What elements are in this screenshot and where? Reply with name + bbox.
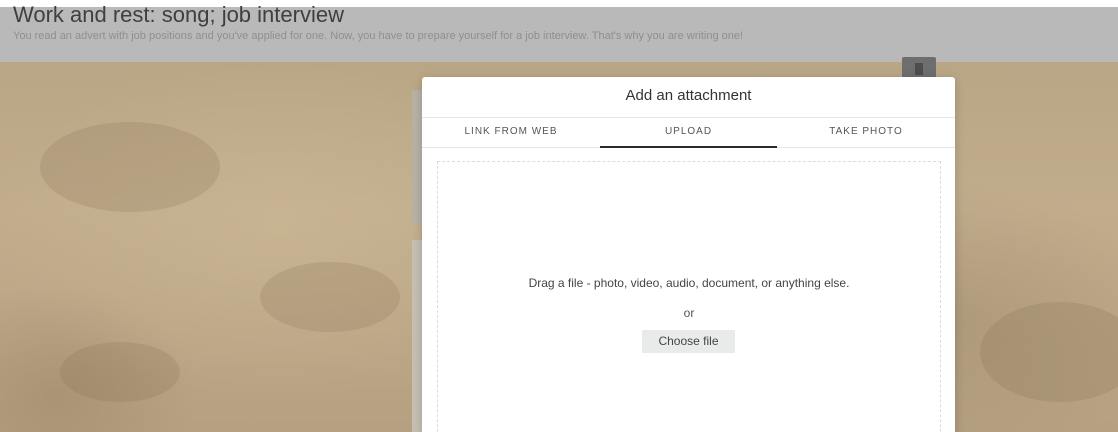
wall-stain [60, 342, 180, 402]
tab-take-photo[interactable]: TAKE PHOTO [777, 118, 955, 147]
selected-tab-indicator [600, 146, 777, 148]
page-subtitle: You read an advert with job positions an… [13, 30, 744, 42]
tab-upload-label: UPLOAD [664, 126, 713, 137]
tab-upload[interactable]: UPLOAD [600, 118, 777, 148]
wall-stain [40, 122, 220, 212]
document-icon [915, 63, 923, 75]
attachment-dialog: Add an attachment LINK FROM WEB UPLOAD T… [422, 77, 955, 432]
padlet-post-card [412, 240, 422, 432]
or-separator: or [683, 306, 695, 320]
padlet-post-card [412, 90, 422, 225]
wall-stain [260, 262, 400, 332]
attachment-tabs: LINK FROM WEB UPLOAD TAKE PHOTO [422, 117, 955, 148]
app-screen: Work and rest: song; job interview You r… [0, 0, 1118, 432]
page-title: Work and rest: song; job interview [13, 2, 344, 27]
dialog-title: Add an attachment [625, 87, 752, 104]
choose-file-button[interactable]: Choose file [642, 330, 735, 353]
drop-instructions: Drag a file - photo, video, audio, docum… [528, 276, 850, 290]
tab-link-from-web[interactable]: LINK FROM WEB [422, 118, 600, 147]
wall-stain [980, 302, 1118, 402]
page-header: Work and rest: song; job interview You r… [0, 2, 1118, 62]
file-drop-zone[interactable]: Drag a file - photo, video, audio, docum… [437, 161, 941, 432]
